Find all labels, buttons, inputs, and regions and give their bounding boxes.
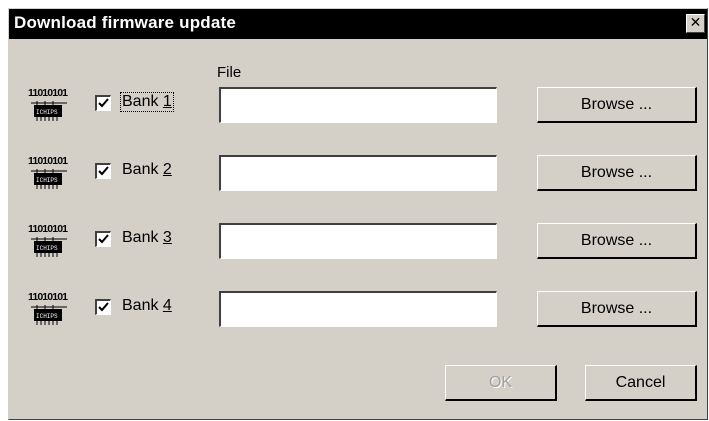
bank-4-label[interactable]: Bank 4 bbox=[121, 297, 173, 315]
firmware-dialog: Download firmware update ✕ File 11010101… bbox=[8, 8, 708, 420]
bank-2-checkbox[interactable] bbox=[95, 163, 111, 179]
bank-2-label[interactable]: Bank 2 bbox=[121, 161, 173, 179]
bank-1-browse-button[interactable]: Browse ... bbox=[537, 87, 697, 123]
bank-row-3: 11010101 ICHIPS Bank 3 Browse ... bbox=[9, 219, 707, 263]
bank-3-browse-button[interactable]: Browse ... bbox=[537, 223, 697, 259]
firmware-chip-icon: 11010101 ICHIPS bbox=[28, 291, 68, 325]
binary-text: 11010101 bbox=[28, 223, 68, 235]
title-bar[interactable]: Download firmware update ✕ bbox=[9, 9, 707, 39]
firmware-chip-icon: 11010101 ICHIPS bbox=[28, 223, 68, 257]
chip-text: ICHIPS bbox=[36, 177, 58, 184]
chip-text: ICHIPS bbox=[36, 109, 58, 116]
chip-text: ICHIPS bbox=[36, 245, 58, 252]
checkmark-icon bbox=[98, 234, 109, 244]
checkmark-icon bbox=[98, 98, 109, 108]
checkmark-icon bbox=[98, 166, 109, 176]
close-button[interactable]: ✕ bbox=[686, 14, 705, 33]
firmware-chip-icon: 11010101 ICHIPS bbox=[28, 155, 68, 189]
ok-button[interactable]: OK bbox=[445, 365, 557, 401]
bank-3-checkbox[interactable] bbox=[95, 231, 111, 247]
bank-4-checkbox[interactable] bbox=[95, 299, 111, 315]
checkmark-icon bbox=[98, 302, 109, 312]
firmware-chip-icon: 11010101 ICHIPS bbox=[28, 87, 68, 121]
bank-2-file-input[interactable] bbox=[219, 155, 497, 191]
bank-2-browse-button[interactable]: Browse ... bbox=[537, 155, 697, 191]
bank-row-2: 11010101 ICHIPS Bank 2 Browse ... bbox=[9, 151, 707, 195]
dialog-title: Download firmware update bbox=[14, 13, 237, 32]
binary-text: 11010101 bbox=[28, 87, 68, 99]
bank-3-file-input[interactable] bbox=[219, 223, 497, 259]
bank-row-1: 11010101 ICHIPS Bank 1 Browse ... bbox=[9, 83, 707, 127]
bank-4-browse-button[interactable]: Browse ... bbox=[537, 291, 697, 327]
binary-text: 11010101 bbox=[28, 291, 68, 303]
bank-1-checkbox[interactable] bbox=[95, 95, 111, 111]
chip-text: ICHIPS bbox=[36, 313, 58, 320]
bank-4-file-input[interactable] bbox=[219, 291, 497, 327]
cancel-button[interactable]: Cancel bbox=[585, 365, 697, 401]
bank-1-file-input[interactable] bbox=[219, 87, 497, 123]
bank-3-label[interactable]: Bank 3 bbox=[121, 229, 173, 247]
bank-row-4: 11010101 ICHIPS Bank 4 Browse ... bbox=[9, 287, 707, 331]
binary-text: 11010101 bbox=[28, 155, 68, 167]
bank-1-label[interactable]: Bank 1 bbox=[120, 92, 174, 112]
close-icon: ✕ bbox=[689, 15, 702, 31]
file-column-header: File bbox=[217, 64, 242, 81]
